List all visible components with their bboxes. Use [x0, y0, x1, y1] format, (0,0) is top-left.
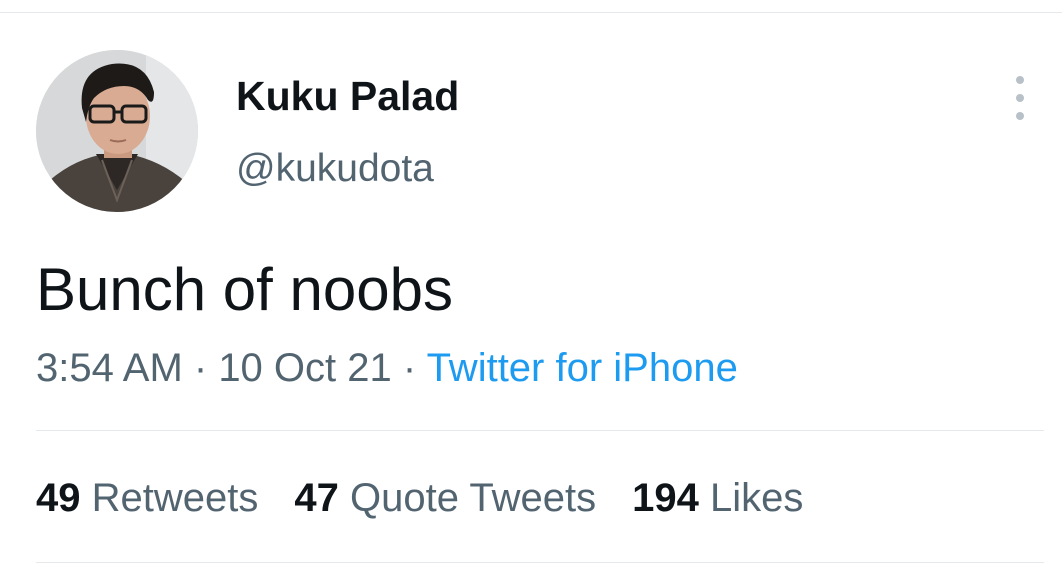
more-options-button[interactable]: [1004, 76, 1036, 120]
top-divider: [0, 12, 1062, 13]
likes-count: 194: [632, 476, 699, 520]
retweets-stat[interactable]: 49 Retweets: [36, 474, 258, 522]
likes-label: Likes: [709, 476, 804, 520]
tweet-stats: 49 Retweets 47 Quote Tweets 194 Likes: [36, 474, 803, 522]
quote-tweets-count: 47: [294, 476, 339, 520]
more-vertical-icon-dot: [1016, 112, 1024, 120]
more-vertical-icon: [1016, 76, 1024, 84]
likes-stat[interactable]: 194 Likes: [632, 474, 803, 522]
more-vertical-icon-dot: [1016, 94, 1024, 102]
stats-divider-bottom: [36, 562, 1044, 563]
quote-tweets-stat[interactable]: 47 Quote Tweets: [294, 474, 596, 522]
avatar[interactable]: [36, 50, 198, 212]
stats-divider-top: [36, 430, 1044, 431]
tweet-date[interactable]: 10 Oct 21: [218, 346, 391, 390]
retweets-label: Retweets: [91, 476, 259, 520]
tweet-meta: 3:54 AM · 10 Oct 21 · Twitter for iPhone: [36, 344, 738, 392]
display-name[interactable]: Kuku Palad: [236, 72, 459, 120]
quote-tweets-label: Quote Tweets: [350, 476, 597, 520]
tweet-time[interactable]: 3:54 AM: [36, 346, 183, 390]
avatar-photo: [36, 50, 198, 212]
meta-separator: ·: [182, 346, 219, 390]
user-handle[interactable]: @kukudota: [236, 146, 434, 192]
retweets-count: 49: [36, 476, 81, 520]
tweet-text: Bunch of noobs: [36, 256, 453, 323]
meta-separator: ·: [391, 346, 427, 390]
tweet-source-link[interactable]: Twitter for iPhone: [427, 346, 738, 390]
